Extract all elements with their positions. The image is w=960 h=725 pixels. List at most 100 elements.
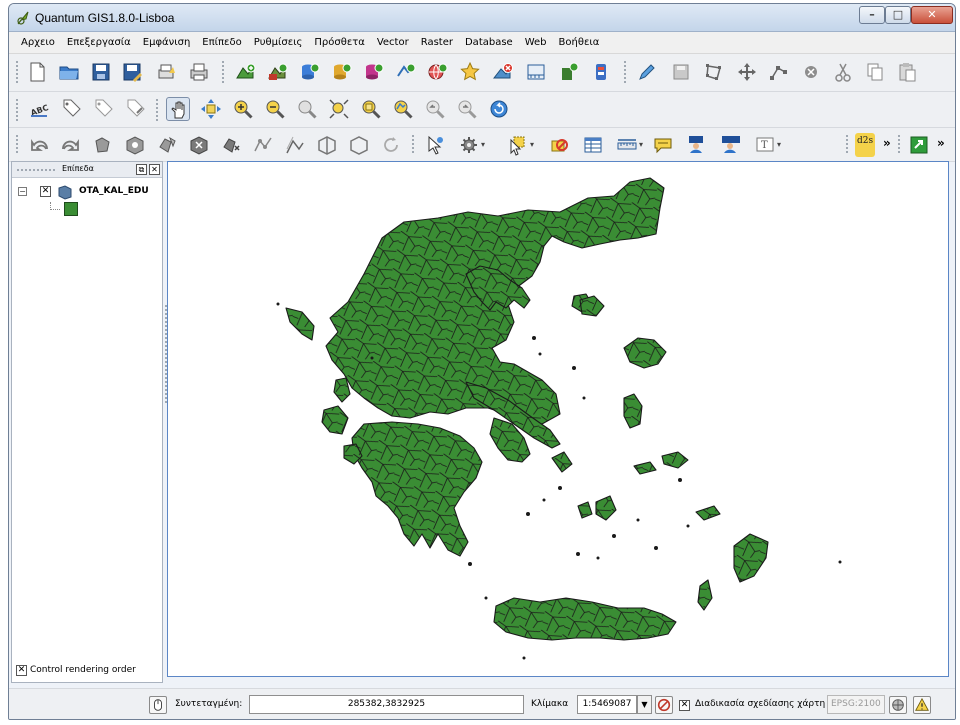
merge-features-button[interactable] <box>347 133 371 157</box>
save-project-button[interactable] <box>89 60 113 84</box>
panel-grip[interactable] <box>16 168 56 172</box>
add-mssql-layer-button[interactable] <box>361 60 385 84</box>
region-crete[interactable] <box>493 597 677 641</box>
crs-status[interactable]: EPSG:2100 <box>827 695 885 714</box>
menu-file[interactable]: Αρχειο <box>15 32 61 54</box>
projection-button[interactable] <box>889 696 907 714</box>
menu-layer[interactable]: Επίπεδο <box>196 32 247 54</box>
add-ring-button[interactable] <box>123 133 147 157</box>
stop-rendering-button[interactable] <box>655 696 673 714</box>
copy-features-button[interactable] <box>863 60 887 84</box>
region-samos[interactable] <box>661 451 689 469</box>
zoom-to-layer-button[interactable] <box>391 97 415 121</box>
undo-button[interactable] <box>27 133 51 157</box>
control-rendering-order[interactable]: ✕ Control rendering order <box>16 664 156 678</box>
toolbar-grip[interactable] <box>15 98 19 121</box>
greece-map[interactable] <box>168 162 948 676</box>
offset-curve-button[interactable] <box>283 133 307 157</box>
menu-view[interactable]: Εμφάνιση <box>137 32 197 54</box>
add-vector-layer-button[interactable] <box>233 60 257 84</box>
messages-button[interactable] <box>913 696 931 714</box>
open-attribute-table-button[interactable] <box>581 133 605 157</box>
render-checkbox[interactable]: ✕ <box>679 700 690 711</box>
zoom-actual-size-button[interactable] <box>295 97 319 121</box>
menu-help[interactable]: Βοήθεια <box>553 32 606 54</box>
delete-ring-button[interactable] <box>187 133 211 157</box>
region-lesbos[interactable] <box>623 337 667 369</box>
new-bookmark-button[interactable] <box>685 133 709 157</box>
region-kefalonia[interactable] <box>321 405 349 435</box>
run-feature-action-button[interactable] <box>457 133 481 157</box>
layer-symbol-swatch[interactable] <box>64 202 78 216</box>
add-spatialite-layer-button[interactable] <box>329 60 353 84</box>
show-bookmarks-button[interactable] <box>719 133 743 157</box>
zoom-last-button[interactable] <box>423 97 447 121</box>
add-gpx-layer-button[interactable] <box>458 60 482 84</box>
remove-layer-button[interactable] <box>491 60 515 84</box>
new-print-composer-button[interactable] <box>154 60 178 84</box>
chevron-down-icon[interactable]: ▾ <box>639 140 643 149</box>
delete-selected-button[interactable] <box>799 60 823 84</box>
toolbar-overflow-1[interactable]: » <box>883 136 891 150</box>
pan-to-selection-button[interactable] <box>199 97 223 121</box>
cut-features-button[interactable] <box>831 60 855 84</box>
region-ikaria[interactable] <box>633 461 657 475</box>
toggle-extents-button[interactable] <box>149 696 167 714</box>
zoom-full-button[interactable] <box>327 97 351 121</box>
scale-dropdown-button[interactable]: ▼ <box>637 695 652 714</box>
map-canvas[interactable] <box>167 161 949 677</box>
zoom-to-selection-button[interactable] <box>359 97 383 121</box>
change-label-button[interactable] <box>123 97 147 121</box>
layer-row[interactable]: − ✕ OTA_KAL_EDU <box>18 184 158 200</box>
collapse-icon[interactable]: − <box>18 187 27 196</box>
region-kos[interactable] <box>695 505 721 521</box>
add-part-button[interactable] <box>155 133 179 157</box>
split-features-button[interactable] <box>315 133 339 157</box>
plugin-action-button[interactable] <box>907 133 931 157</box>
select-features-button[interactable] <box>505 133 529 157</box>
minimize-button[interactable]: – <box>859 6 885 24</box>
rotate-point-symbols-button[interactable] <box>379 133 403 157</box>
new-project-button[interactable] <box>25 60 49 84</box>
toggle-editing-button[interactable] <box>635 60 659 84</box>
measure-line-button[interactable] <box>615 133 639 157</box>
toolbar-overflow-2[interactable]: » <box>937 136 945 150</box>
region-chios[interactable] <box>623 393 643 429</box>
deselect-features-button[interactable] <box>547 133 571 157</box>
simplify-feature-button[interactable] <box>91 133 115 157</box>
layer-name[interactable]: OTA_KAL_EDU <box>79 186 149 196</box>
add-delimited-text-button[interactable] <box>557 60 581 84</box>
labeling-button[interactable]: ABC <box>27 97 51 121</box>
delete-part-button[interactable] <box>219 133 243 157</box>
menu-plugins[interactable]: Πρόσθετα <box>308 32 370 54</box>
add-postgis-layer-button[interactable] <box>297 60 321 84</box>
region-corfu[interactable] <box>285 307 315 341</box>
node-tool-button[interactable] <box>767 60 791 84</box>
menu-settings[interactable]: Ρυθμίσεις <box>248 32 309 54</box>
menu-raster[interactable]: Raster <box>415 32 459 54</box>
chevron-down-icon[interactable]: ▾ <box>777 140 781 149</box>
new-vector-layer-button[interactable] <box>524 60 548 84</box>
toolbar-grip[interactable] <box>411 134 415 155</box>
toolbar-grip[interactable] <box>15 134 19 155</box>
menu-edit[interactable]: Επεξεργασία <box>61 32 137 54</box>
redo-button[interactable] <box>59 133 83 157</box>
rotate-label-button[interactable] <box>91 97 115 121</box>
save-as-button[interactable] <box>120 60 144 84</box>
add-feature-button[interactable] <box>702 60 726 84</box>
menu-vector[interactable]: Vector <box>371 32 415 54</box>
region-andros[interactable] <box>551 451 573 473</box>
menu-web[interactable]: Web <box>519 32 553 54</box>
close-button[interactable]: ✕ <box>911 6 953 24</box>
layer-visibility-checkbox[interactable]: ✕ <box>40 186 51 197</box>
region-naxos[interactable] <box>595 495 617 521</box>
scale-field[interactable]: 1:5469087 <box>577 695 637 714</box>
move-label-button[interactable] <box>59 97 83 121</box>
toolbar-grip[interactable] <box>623 60 627 85</box>
coordinate-field[interactable]: 285382,3832925 <box>249 695 524 714</box>
chevron-down-icon[interactable]: ▾ <box>530 140 534 149</box>
fetch-plugins-button[interactable] <box>590 60 614 84</box>
save-edits-button[interactable] <box>669 60 693 84</box>
text-annotation-button[interactable]: T <box>753 133 777 157</box>
reshape-features-button[interactable] <box>251 133 275 157</box>
